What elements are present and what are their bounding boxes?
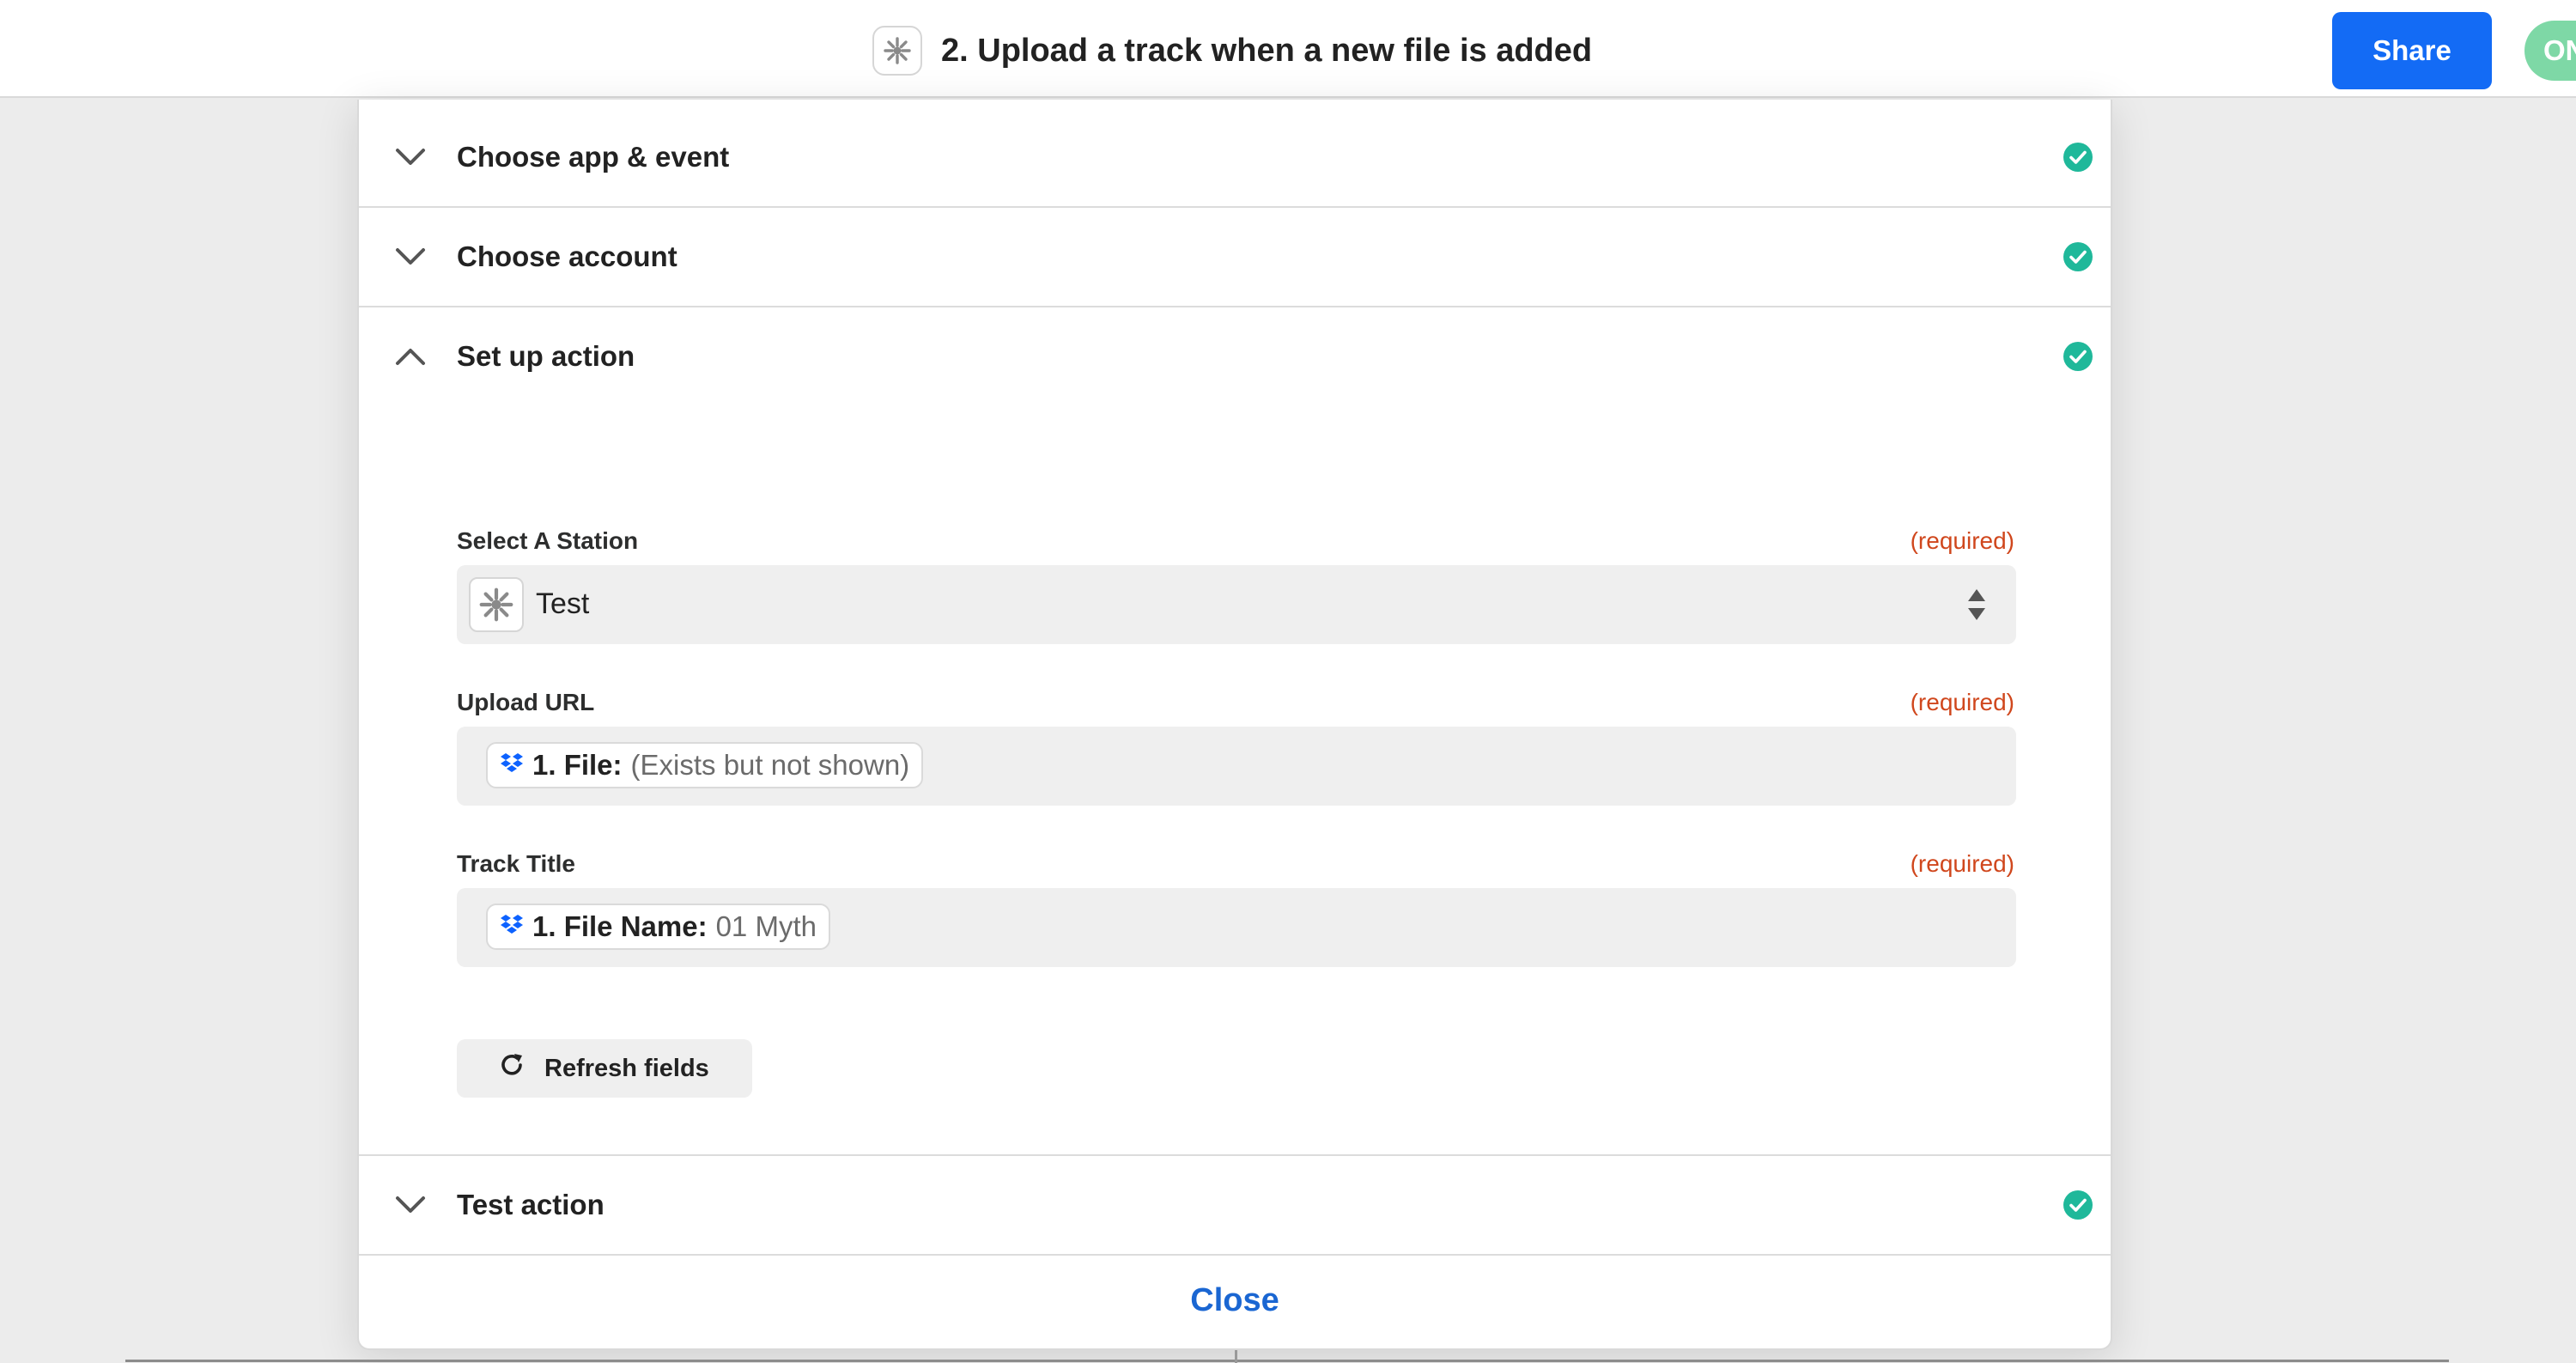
check-circle-icon [2063,341,2093,372]
track-title-field[interactable]: 1. File Name: 01 Myth [457,888,2016,967]
mapped-field-pill[interactable]: 1. File Name: 01 Myth [486,904,830,950]
section-title: Set up action [457,340,635,372]
divider [125,1360,2449,1362]
station-field-label: Select A Station [457,527,639,554]
required-indicator: (required) [1910,689,2014,715]
required-indicator: (required) [1910,527,2014,554]
section-title: Test action [457,1189,605,1220]
check-circle-icon [2063,241,2093,272]
refresh-fields-button[interactable]: Refresh fields [457,1039,752,1098]
step-panel: Choose app & event Choose account Set up… [357,100,2112,1350]
upload-url-field-label: Upload URL [457,689,595,715]
chevron-down-icon[interactable] [392,1186,429,1224]
section-set-up-action: Set up action Select A Station (required… [359,307,2111,1156]
gear-cog-icon [469,577,524,632]
refresh-fields-label: Refresh fields [544,1054,709,1082]
pill-field-name: 1. File Name: [532,910,708,942]
section-title: Choose app & event [457,141,730,173]
connector-line [1235,1350,1237,1363]
track-title-field-label: Track Title [457,850,576,877]
check-circle-icon [2063,1190,2093,1220]
dropbox-icon [500,910,524,943]
gear-cog-icon [872,26,922,76]
close-button[interactable]: Close [359,1257,2111,1343]
chevron-up-icon[interactable] [392,338,429,375]
pill-field-name: 1. File: [532,749,623,781]
section-header[interactable]: Set up action [359,307,2111,405]
zap-editor-page: 2. Upload a track when a new file is add… [0,0,2576,1363]
step-title-group: 2. Upload a track when a new file is add… [872,26,1592,76]
dropbox-icon [500,749,524,782]
section-choose-account[interactable]: Choose account [359,208,2111,307]
section-test-action[interactable]: Test action [359,1156,2111,1256]
station-select-value: Test [536,587,590,620]
section-header[interactable]: Choose app & event [359,108,2111,206]
zap-on-toggle[interactable]: ON [2524,21,2576,81]
chevron-down-icon[interactable] [392,238,429,276]
station-select[interactable]: Test [457,565,2016,644]
mapped-field-pill[interactable]: 1. File: (Exists but not shown) [486,742,924,788]
top-bar: 2. Upload a track when a new file is add… [0,0,2576,98]
select-arrows-icon [1966,586,1987,624]
step-title: 2. Upload a track when a new file is add… [941,32,1593,69]
pill-field-value: 01 Myth [715,910,817,942]
section-choose-app[interactable]: Choose app & event [359,108,2111,208]
check-circle-icon [2063,142,2093,173]
pill-field-value: (Exists but not shown) [630,749,910,781]
section-header[interactable]: Choose account [359,208,2111,306]
share-button[interactable]: Share [2332,12,2492,89]
upload-url-field[interactable]: 1. File: (Exists but not shown) [457,727,2016,806]
refresh-icon [498,1051,526,1086]
required-indicator: (required) [1910,850,2014,877]
section-header[interactable]: Test action [359,1156,2111,1254]
section-title: Choose account [457,240,677,272]
chevron-down-icon[interactable] [392,138,429,176]
